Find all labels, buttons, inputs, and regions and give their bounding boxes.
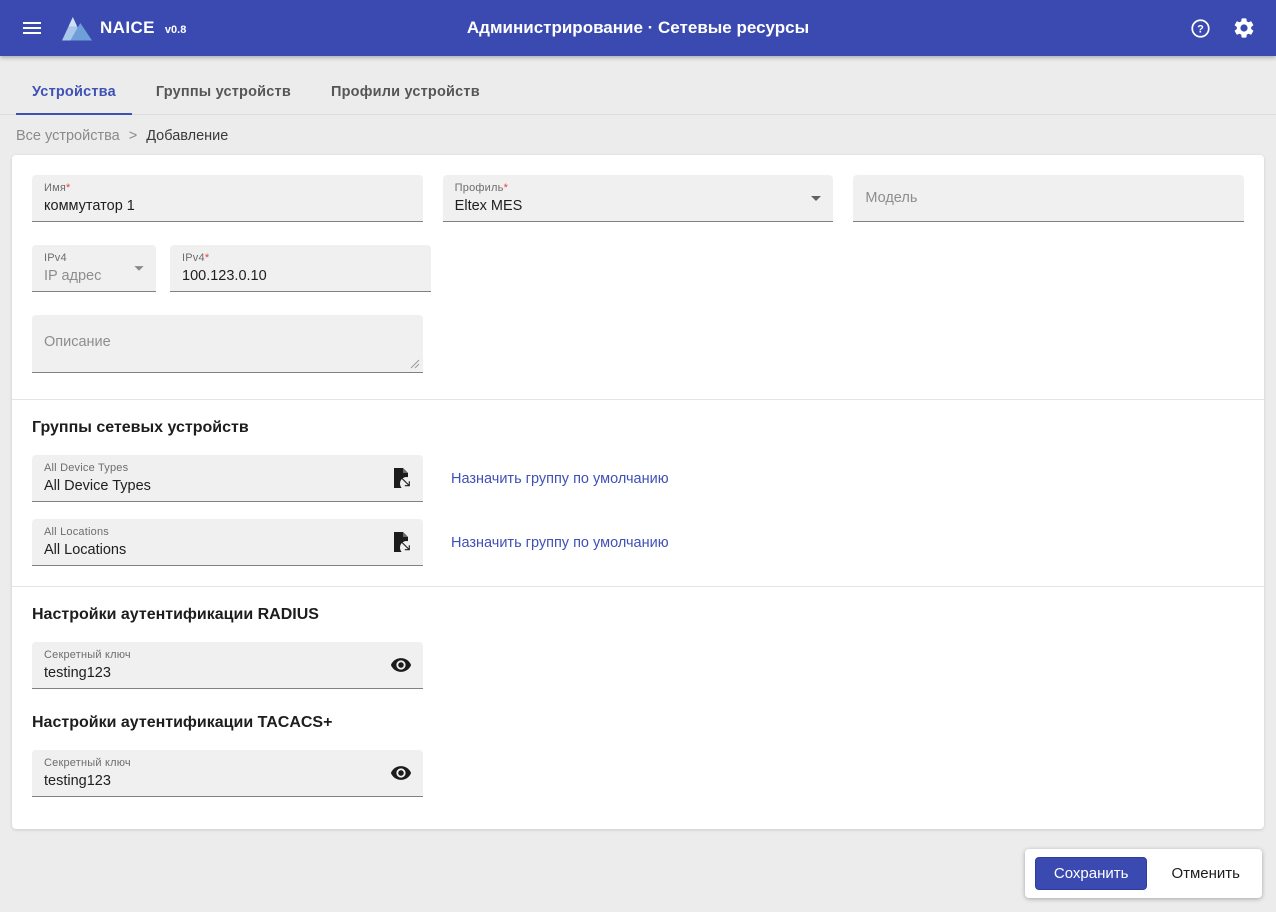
name-field[interactable]: Имя* коммутатор 1 <box>32 175 423 222</box>
assign-device-type-group-button[interactable] <box>386 463 416 493</box>
device-type-group-value: All Device Types <box>44 477 411 496</box>
assign-location-group-button[interactable] <box>386 527 416 557</box>
ip-address-field-label: IPv4* <box>182 252 419 265</box>
ip-address-field[interactable]: IPv4* 100.123.0.10 <box>170 245 431 292</box>
breadcrumb-current: Добавление <box>146 128 228 144</box>
breadcrumb-separator: > <box>129 128 137 144</box>
assign-default-device-type-group-link[interactable]: Назначить группу по умолчанию <box>451 471 669 487</box>
profile-select-label-text: Профиль <box>455 182 504 194</box>
tacacs-visibility-toggle-button[interactable] <box>386 758 416 788</box>
location-group-label: All Locations <box>44 526 411 539</box>
menu-button[interactable] <box>14 10 50 46</box>
breadcrumb: Все устройства > Добавление <box>0 115 1276 155</box>
radius-secret-value: testing123 <box>44 664 411 683</box>
tab-bar: Устройства Группы устройств Профили устр… <box>0 70 1276 115</box>
page-title: Администрирование · Сетевые ресурсы <box>467 18 809 38</box>
profile-select-value: Eltex MES <box>455 197 822 216</box>
radius-secret-field[interactable]: Секретный ключ testing123 <box>32 642 423 689</box>
tab-devices-label: Устройства <box>32 84 116 100</box>
section-divider <box>12 586 1264 587</box>
model-field-placeholder: Модель <box>865 189 917 208</box>
form-row-2: IPv4 IP адрес IPv4* 100.123.0.10 <box>32 245 1244 292</box>
radius-visibility-toggle-button[interactable] <box>386 650 416 680</box>
required-asterisk: * <box>205 252 209 264</box>
model-field[interactable]: Модель <box>853 175 1244 222</box>
app-header-left: NAICE v0.8 <box>14 10 186 46</box>
description-placeholder: Описание <box>44 333 411 352</box>
description-textarea[interactable]: Описание <box>32 315 423 373</box>
ip-version-label-text: IPv4 <box>44 252 67 264</box>
tacacs-secret-label: Секретный ключ <box>44 757 411 770</box>
ip-address-label-text: IPv4 <box>182 252 205 264</box>
tab-device-profiles-label: Профили устройств <box>331 84 480 100</box>
settings-button[interactable] <box>1226 10 1262 46</box>
chevron-down-icon <box>804 186 828 210</box>
name-field-label-text: Имя <box>44 182 66 194</box>
device-form-card: Имя* коммутатор 1 Профиль* Eltex MES Мод… <box>12 155 1264 829</box>
tab-device-profiles[interactable]: Профили устройств <box>315 70 496 114</box>
device-type-group-label: All Device Types <box>44 462 411 475</box>
hamburger-icon <box>20 16 44 40</box>
required-asterisk: * <box>66 182 70 194</box>
tacacs-secret-value: testing123 <box>44 772 411 791</box>
app-version: v0.8 <box>165 24 186 36</box>
radius-section-title: Настройки аутентификации RADIUS <box>32 606 1244 624</box>
name-field-value: коммутатор 1 <box>44 197 411 216</box>
required-asterisk: * <box>504 182 508 194</box>
svg-text:?: ? <box>1197 23 1204 35</box>
assign-default-location-group-link[interactable]: Назначить группу по умолчанию <box>451 535 669 551</box>
resize-handle-icon[interactable] <box>410 359 420 369</box>
eye-icon <box>390 654 412 676</box>
radius-secret-label: Секретный ключ <box>44 649 411 662</box>
device-type-group-field[interactable]: All Device Types All Device Types <box>32 455 423 502</box>
location-group-row: All Locations All Locations Назначить гр… <box>32 519 1244 566</box>
location-group-value: All Locations <box>44 541 411 560</box>
action-bar: Сохранить Отменить <box>1025 849 1262 898</box>
form-row-1: Имя* коммутатор 1 Профиль* Eltex MES Мод… <box>32 175 1244 222</box>
tacacs-section-title: Настройки аутентификации TACACS+ <box>32 714 1244 732</box>
eye-icon <box>390 762 412 784</box>
help-button[interactable]: ? <box>1182 10 1218 46</box>
name-field-label: Имя* <box>44 182 411 195</box>
help-icon: ? <box>1189 17 1212 40</box>
ip-address-field-value: 100.123.0.10 <box>182 267 419 286</box>
profile-select-label: Профиль* <box>455 182 822 195</box>
chevron-down-icon <box>127 256 151 280</box>
section-divider <box>12 399 1264 400</box>
save-button[interactable]: Сохранить <box>1035 857 1148 890</box>
device-type-group-row: All Device Types All Device Types Назнач… <box>32 455 1244 502</box>
document-arrow-icon <box>389 466 413 490</box>
app-header-right: ? <box>1182 10 1262 46</box>
groups-section-title: Группы сетевых устройств <box>32 419 1244 437</box>
cancel-button[interactable]: Отменить <box>1159 858 1252 889</box>
profile-select[interactable]: Профиль* Eltex MES <box>443 175 834 222</box>
tab-device-groups-label: Группы устройств <box>156 84 291 100</box>
ip-version-select[interactable]: IPv4 IP адрес <box>32 245 156 292</box>
tab-devices[interactable]: Устройства <box>16 70 132 114</box>
app-logo-icon <box>62 15 92 41</box>
tab-device-groups[interactable]: Группы устройств <box>140 70 307 114</box>
breadcrumb-root[interactable]: Все устройства <box>16 128 120 144</box>
app-header: NAICE v0.8 Администрирование · Сетевые р… <box>0 0 1276 56</box>
document-arrow-icon <box>389 530 413 554</box>
gear-icon <box>1232 16 1256 40</box>
location-group-field[interactable]: All Locations All Locations <box>32 519 423 566</box>
tacacs-secret-field[interactable]: Секретный ключ testing123 <box>32 750 423 797</box>
app-name: NAICE <box>100 18 155 38</box>
